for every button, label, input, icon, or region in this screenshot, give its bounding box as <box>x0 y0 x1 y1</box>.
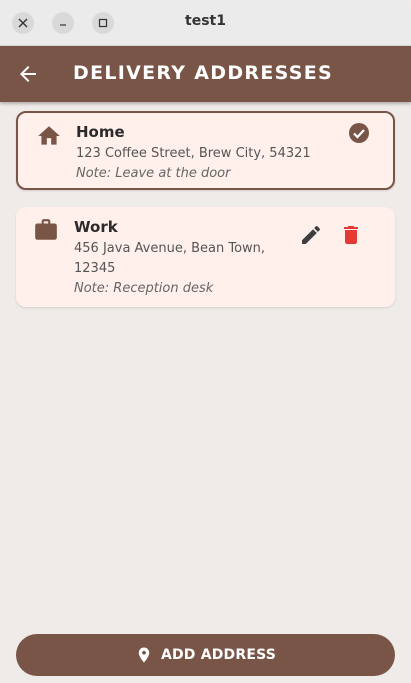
edit-address-button[interactable] <box>299 223 323 247</box>
add-address-label: ADD ADDRESS <box>160 647 277 663</box>
arrow-back-icon <box>20 66 36 82</box>
delete-trash-icon <box>344 226 358 244</box>
edit-pencil-icon <box>302 225 321 244</box>
address-note: Note: Leave at the door <box>76 166 231 181</box>
address-text: 456 Java Avenue, Bean Town, 12345 <box>74 241 266 276</box>
add-address-button[interactable]: ADD ADDRESS <box>16 634 395 676</box>
briefcase-icon <box>35 219 57 240</box>
address-card-work[interactable]: Work 456 Java Avenue, Bean Town, 12345 N… <box>16 207 395 307</box>
address-name: Home <box>76 123 125 141</box>
home-icon <box>38 126 60 145</box>
check-circle-icon <box>349 123 369 143</box>
window-title: test1 <box>185 13 226 29</box>
delete-address-button[interactable] <box>339 223 363 247</box>
address-name: Work <box>74 218 118 236</box>
page-title: DELIVERY ADDRESSES <box>73 62 334 84</box>
address-note: Note: Reception desk <box>74 281 214 296</box>
window-titlebar: test1 <box>0 0 411 46</box>
app-bar: DELIVERY ADDRESSES <box>0 46 411 102</box>
address-text: 123 Coffee Street, Brew City, 54321 <box>76 146 311 161</box>
back-button[interactable] <box>16 62 40 86</box>
location-pin-icon <box>138 647 150 663</box>
address-card-home[interactable]: Home 123 Coffee Street, Brew City, 54321… <box>16 111 395 190</box>
